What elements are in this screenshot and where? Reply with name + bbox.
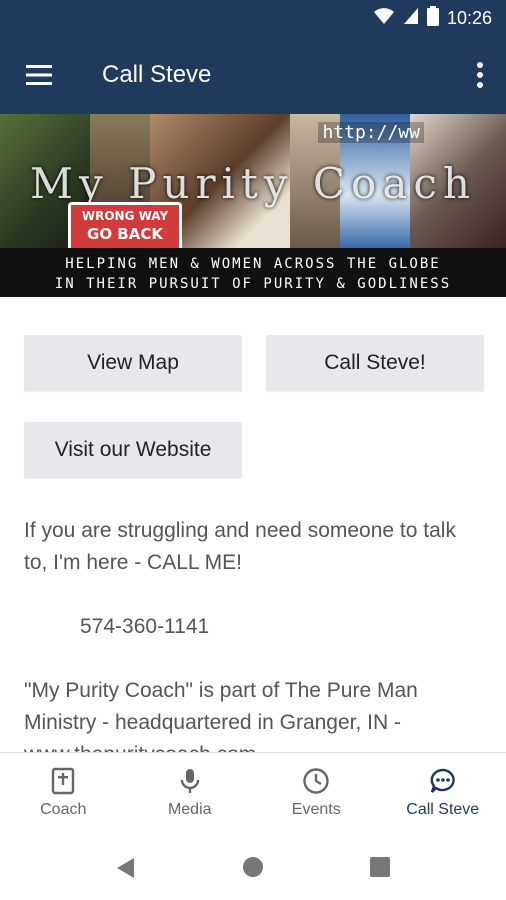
status-icons: 10:26 xyxy=(373,6,492,31)
nav-label: Media xyxy=(167,801,212,818)
sign-line1: WRONG WAY xyxy=(81,209,169,223)
ministry-paragraph: "My Purity Coach" is part of The Pure Ma… xyxy=(24,679,418,752)
status-bar: 10:26 xyxy=(0,0,506,36)
banner-url-text: http://ww xyxy=(318,122,424,143)
wifi-icon xyxy=(373,7,395,30)
clock-icon xyxy=(303,768,329,794)
banner-tagline: HELPING MEN & WOMEN ACROSS THE GLOBE IN … xyxy=(0,248,506,297)
chat-bubble-icon xyxy=(430,768,455,793)
more-vert-icon[interactable] xyxy=(470,58,490,92)
phone-number[interactable]: 574-360-1141 xyxy=(80,611,280,643)
call-steve-button[interactable]: Call Steve! xyxy=(266,335,484,391)
microphone-icon xyxy=(180,769,199,793)
recent-apps-icon[interactable] xyxy=(370,857,390,877)
view-map-button[interactable]: View Map xyxy=(24,335,242,391)
header-banner-image: My Purity Coach http://ww WRONG WAY GO B… xyxy=(0,114,506,297)
nav-label: Coach xyxy=(40,801,87,818)
system-navigation-bar xyxy=(0,828,506,900)
nav-item-coach[interactable]: Coach xyxy=(0,753,127,823)
sign-line2: GO BACK xyxy=(87,225,163,243)
status-time: 10:26 xyxy=(446,8,492,28)
banner-brand-title: My Purity Coach xyxy=(30,159,476,208)
nav-item-events[interactable]: Events xyxy=(253,753,380,823)
cell-signal-icon xyxy=(403,7,419,30)
tagline-line1: HELPING MEN & WOMEN ACROSS THE GLOBE xyxy=(65,256,441,272)
visit-website-button[interactable]: Visit our Website xyxy=(24,422,242,478)
wrong-way-sign: WRONG WAY GO BACK xyxy=(68,202,182,252)
hamburger-menu-icon[interactable] xyxy=(24,63,54,87)
back-icon[interactable] xyxy=(114,856,138,885)
battery-icon xyxy=(426,6,439,31)
tagline-line2: IN THEIR PURSUIT OF PURITY & GODLINESS xyxy=(54,276,452,292)
nav-item-media[interactable]: Media xyxy=(127,753,254,823)
app-bar: Call Steve xyxy=(0,36,506,114)
bottom-navigation: Coach Media Events Call Steve xyxy=(0,753,506,823)
nav-label: Call Steve xyxy=(406,801,480,818)
intro-paragraph: If you are struggling and need someone t… xyxy=(24,519,456,574)
page-title: Call Steve xyxy=(102,61,212,88)
home-icon[interactable] xyxy=(243,857,263,877)
bible-icon xyxy=(52,767,75,795)
nav-item-call-steve[interactable]: Call Steve xyxy=(380,753,506,823)
nav-label: Events xyxy=(291,801,341,818)
main-content[interactable]: View Map Call Steve! Visit our Website I… xyxy=(0,297,506,752)
